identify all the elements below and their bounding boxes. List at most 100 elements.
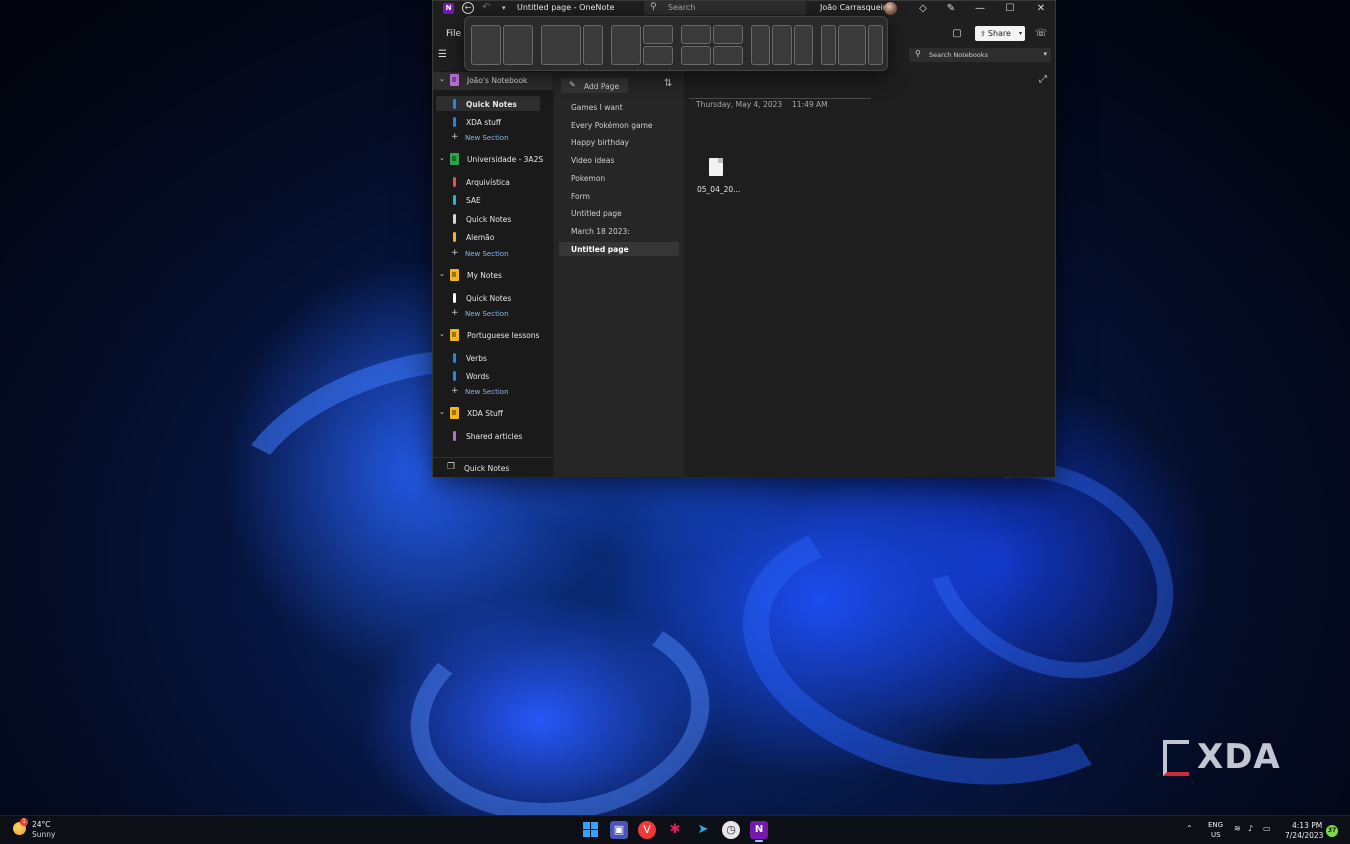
weather-temperature[interactable]: 24°C xyxy=(32,820,51,829)
chevron-down-icon[interactable]: ⌄ xyxy=(439,408,445,416)
snap-layout-thirds[interactable] xyxy=(751,25,813,65)
snap-zone[interactable] xyxy=(643,46,673,65)
battery-icon[interactable]: ▭ xyxy=(1263,824,1271,833)
snap-zone[interactable] xyxy=(713,46,743,65)
search-box[interactable]: ⚲ Search xyxy=(644,1,806,15)
chevron-down-icon[interactable]: ▾ xyxy=(1043,50,1047,58)
clock-time[interactable]: 4:13 PM xyxy=(1292,821,1322,830)
snap-zone[interactable] xyxy=(838,25,866,65)
share-button[interactable]: ⇪ Share ▾ xyxy=(975,26,1025,41)
snap-zone[interactable] xyxy=(681,25,711,44)
snap-layout-halves[interactable] xyxy=(471,25,533,65)
volume-icon[interactable]: ♪ xyxy=(1248,824,1253,833)
notebook-item[interactable]: ⌄ Universidade - 3A2S xyxy=(433,151,553,169)
premium-diamond-icon[interactable]: ◇ xyxy=(916,2,930,15)
snap-zone[interactable] xyxy=(868,25,883,65)
telegram-icon[interactable]: ➤ xyxy=(694,821,712,839)
page-item[interactable]: Pokemon xyxy=(559,171,679,185)
notebook-item[interactable]: ⌄ XDA Stuff xyxy=(433,405,553,423)
snap-zone[interactable] xyxy=(471,25,501,65)
snap-zone[interactable] xyxy=(503,25,533,65)
snap-zone[interactable] xyxy=(751,25,770,65)
teams-chat-icon[interactable]: ▣ xyxy=(610,821,628,839)
clock-app-icon[interactable]: ◷ xyxy=(722,821,740,839)
page-item[interactable]: March 18 2023: xyxy=(559,224,679,238)
language-indicator[interactable]: ENG xyxy=(1208,821,1223,829)
expand-icon[interactable]: ⤢ xyxy=(1039,74,1047,85)
minimize-button[interactable]: — xyxy=(973,2,987,15)
user-name[interactable]: João Carrasqueira xyxy=(820,3,891,13)
vivaldi-browser-icon[interactable]: V xyxy=(638,821,656,839)
snap-layout-main-stack[interactable] xyxy=(611,25,673,65)
pen-icon[interactable]: ✎ xyxy=(944,2,958,15)
clock-date[interactable]: 7/24/2023 xyxy=(1285,831,1323,840)
quick-access-dropdown-icon[interactable]: ▾ xyxy=(502,3,506,13)
sort-icon[interactable]: ⇅ xyxy=(664,78,672,89)
section-item[interactable]: XDA stuff xyxy=(436,114,540,129)
section-item[interactable]: Verbs xyxy=(436,350,540,365)
page-item[interactable]: Games I want xyxy=(559,100,679,114)
section-item[interactable]: Shared articles xyxy=(436,428,540,443)
page-item[interactable]: Form xyxy=(559,189,679,203)
onenote-taskbar-icon[interactable]: N xyxy=(750,821,768,842)
snap-zone[interactable] xyxy=(611,25,641,65)
page-item[interactable]: Happy birthday xyxy=(559,135,679,149)
new-section-button[interactable]: + New Section xyxy=(436,132,546,144)
file-menu[interactable]: File xyxy=(446,29,461,39)
notebook-item[interactable]: ⌄ João's Notebook xyxy=(433,72,553,90)
chevron-down-icon[interactable]: ⌄ xyxy=(439,270,445,278)
quick-notes-footer[interactable]: ❐ Quick Notes xyxy=(433,457,553,477)
note-canvas[interactable]: ⤢ Thursday, May 4, 2023 11:49 AM 05_04_2… xyxy=(685,71,1055,477)
section-item[interactable]: Alemão xyxy=(436,229,540,244)
section-item[interactable]: Quick Notes xyxy=(436,96,540,111)
page-item[interactable]: Untitled page xyxy=(559,206,679,220)
slack-icon[interactable]: ✱ xyxy=(666,821,684,839)
snap-zone[interactable] xyxy=(681,46,711,65)
snap-zone[interactable] xyxy=(794,25,813,65)
page-label: Video ideas xyxy=(571,156,615,165)
snap-layout-wide-center[interactable] xyxy=(821,25,883,65)
section-item[interactable]: Words xyxy=(436,368,540,383)
snap-zone[interactable] xyxy=(541,25,581,65)
wifi-icon[interactable]: ≋ xyxy=(1234,824,1241,833)
page-item[interactable]: Video ideas xyxy=(559,153,679,167)
page-item[interactable]: Every Pokémon game xyxy=(559,118,679,132)
sticky-notes-icon[interactable]: ▢ xyxy=(950,27,964,41)
section-item[interactable]: Arquivística xyxy=(436,174,540,189)
notebook-item[interactable]: ⌄ Portuguese lessons xyxy=(433,327,553,345)
snap-zone[interactable] xyxy=(772,25,792,65)
page-item-selected[interactable]: Untitled page xyxy=(559,242,679,256)
section-item[interactable]: SAE xyxy=(436,192,540,207)
close-button[interactable]: ✕ xyxy=(1034,2,1048,15)
snap-zone[interactable] xyxy=(583,25,603,65)
undo-icon[interactable]: ↶ xyxy=(482,2,490,14)
snap-zone[interactable] xyxy=(643,25,673,44)
back-icon[interactable]: ← xyxy=(462,2,474,14)
file-icon[interactable] xyxy=(709,158,723,176)
new-section-button[interactable]: + New Section xyxy=(436,308,546,320)
section-item[interactable]: Quick Notes xyxy=(436,211,540,226)
avatar[interactable] xyxy=(884,2,897,15)
snap-layout-quadrants[interactable] xyxy=(681,25,743,65)
maximize-button[interactable]: ☐ xyxy=(1003,2,1017,15)
notebook-item[interactable]: ⌄ My Notes xyxy=(433,267,553,285)
snap-layout-two-thirds[interactable] xyxy=(541,25,603,65)
new-section-button[interactable]: + New Section xyxy=(436,386,546,398)
search-notebooks-input[interactable]: ⚲ Search Notebooks ▾ xyxy=(909,48,1051,62)
chevron-down-icon[interactable]: ▾ xyxy=(1019,26,1022,41)
hamburger-menu-icon[interactable]: ☰ xyxy=(438,50,447,60)
notification-badge[interactable]: 37 xyxy=(1326,825,1338,837)
chevron-down-icon[interactable]: ⌄ xyxy=(439,330,445,338)
add-page-button[interactable]: ✎ Add Page xyxy=(561,78,628,93)
region-indicator[interactable]: US xyxy=(1211,831,1221,839)
start-button[interactable] xyxy=(582,821,600,839)
chevron-down-icon[interactable]: ⌄ xyxy=(439,75,445,83)
chevron-up-icon[interactable]: ⌃ xyxy=(1186,824,1193,833)
snap-zone[interactable] xyxy=(713,25,743,44)
weather-condition[interactable]: Sunny xyxy=(32,830,55,839)
snap-zone[interactable] xyxy=(821,25,836,65)
comments-icon[interactable]: ☏ xyxy=(1034,27,1048,41)
new-section-button[interactable]: + New Section xyxy=(436,248,546,260)
section-item[interactable]: Quick Notes xyxy=(436,290,540,305)
chevron-down-icon[interactable]: ⌄ xyxy=(439,154,445,162)
